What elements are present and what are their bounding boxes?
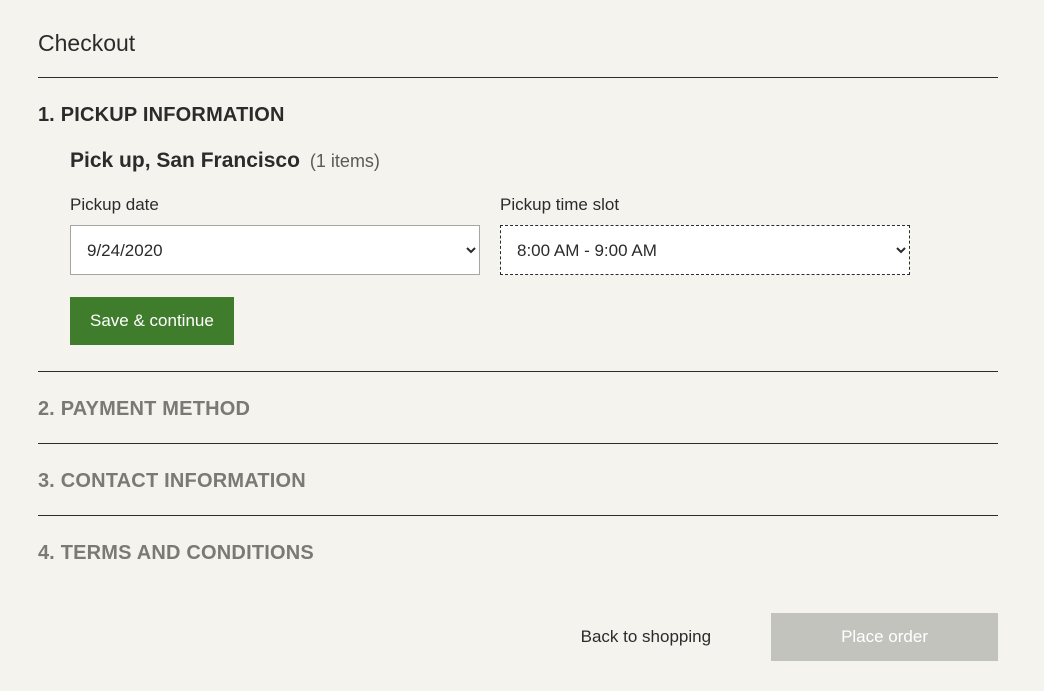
checkout-container: Checkout 1. PICKUP INFORMATION Pick up, … <box>38 30 998 661</box>
section-title: TERMS AND CONDITIONS <box>61 542 314 565</box>
place-order-button[interactable]: Place order <box>771 613 998 661</box>
section-number: 2. <box>38 398 55 421</box>
pickup-date-select[interactable]: 9/24/2020 <box>70 225 480 275</box>
section-contact-information: 3. CONTACT INFORMATION <box>38 444 998 516</box>
back-to-shopping-link[interactable]: Back to shopping <box>581 627 711 647</box>
pickup-location: Pick up, San Francisco <box>70 149 300 173</box>
pickup-slot-select[interactable]: 8:00 AM - 9:00 AM <box>500 225 910 275</box>
section-heading: 4. TERMS AND CONDITIONS <box>38 542 998 565</box>
section-payment-method: 2. PAYMENT METHOD <box>38 372 998 444</box>
section-title: PAYMENT METHOD <box>61 398 250 421</box>
pickup-date-field: Pickup date 9/24/2020 <box>70 195 480 275</box>
section-pickup-information: 1. PICKUP INFORMATION Pick up, San Franc… <box>38 78 998 372</box>
section-heading: 2. PAYMENT METHOD <box>38 398 998 421</box>
section-body: Pick up, San Francisco (1 items) Pickup … <box>38 127 998 372</box>
page-title: Checkout <box>38 30 998 77</box>
section-heading: 1. PICKUP INFORMATION <box>38 104 998 127</box>
pickup-item-count: (1 items) <box>310 151 380 172</box>
footer-actions: Back to shopping Place order <box>38 565 998 661</box>
section-heading: 3. CONTACT INFORMATION <box>38 470 998 493</box>
section-title: CONTACT INFORMATION <box>61 470 306 493</box>
section-terms-and-conditions: 4. TERMS AND CONDITIONS <box>38 516 998 565</box>
section-number: 4. <box>38 542 55 565</box>
section-title: PICKUP INFORMATION <box>61 104 285 127</box>
pickup-date-label: Pickup date <box>70 195 480 215</box>
section-number: 3. <box>38 470 55 493</box>
section-number: 1. <box>38 104 55 127</box>
save-continue-button[interactable]: Save & continue <box>70 297 234 345</box>
pickup-slot-label: Pickup time slot <box>500 195 910 215</box>
pickup-summary: Pick up, San Francisco (1 items) <box>70 149 998 173</box>
pickup-fields-row: Pickup date 9/24/2020 Pickup time slot 8… <box>70 195 998 275</box>
pickup-slot-field: Pickup time slot 8:00 AM - 9:00 AM <box>500 195 910 275</box>
